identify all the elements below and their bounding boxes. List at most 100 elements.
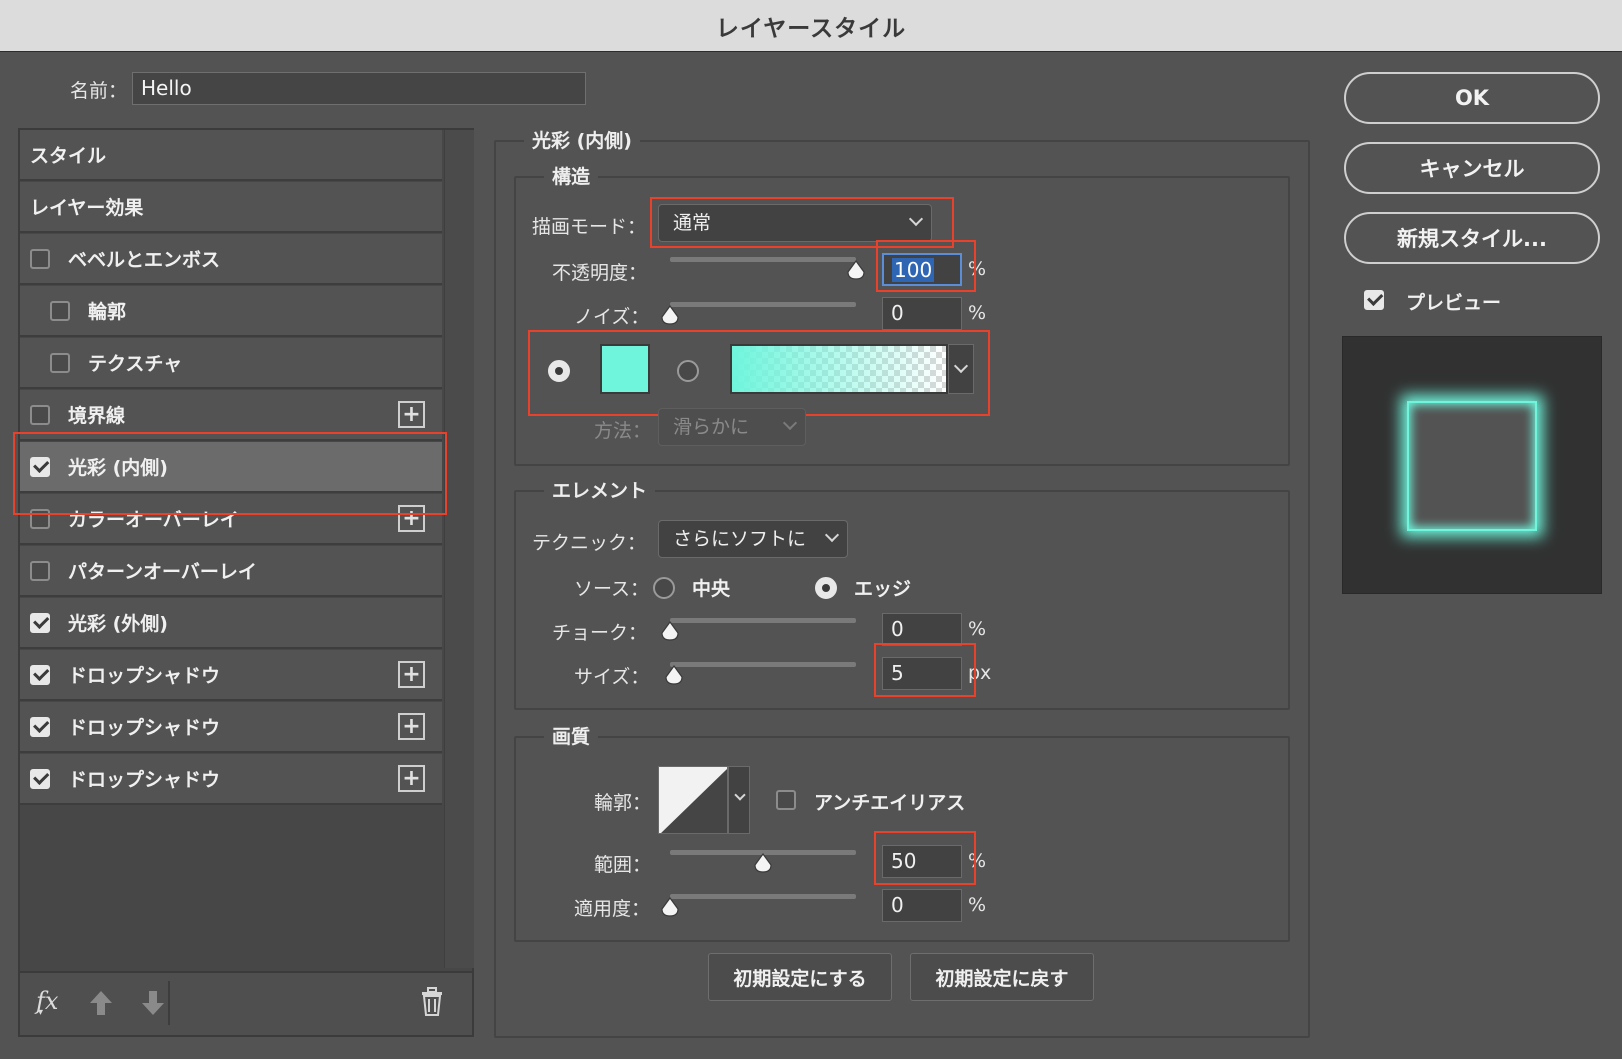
- style-checkbox[interactable]: [30, 560, 50, 581]
- technique-label: テクニック：: [532, 532, 647, 554]
- jitter-input[interactable]: 0: [882, 889, 962, 922]
- antialias-checkbox[interactable]: [776, 790, 796, 810]
- style-list-scrollbar[interactable]: [444, 130, 474, 968]
- range-slider-thumb[interactable]: [753, 853, 773, 873]
- size-label: サイズ：: [574, 666, 650, 688]
- source-edge-radio[interactable]: [815, 577, 837, 599]
- noise-slider-thumb[interactable]: [660, 305, 680, 325]
- style-checkbox[interactable]: [50, 352, 70, 373]
- style-checkbox[interactable]: [50, 300, 70, 321]
- style-list-item[interactable]: テクスチャ: [20, 338, 442, 389]
- style-item-label: スタイル: [30, 145, 107, 167]
- move-up-icon[interactable]: [88, 989, 114, 1017]
- structure-title: 構造: [544, 162, 599, 189]
- make-default-button[interactable]: 初期設定にする: [708, 953, 892, 1001]
- trash-icon[interactable]: [420, 987, 444, 1017]
- new-style-button[interactable]: 新規スタイル...: [1344, 212, 1600, 264]
- highlight-color-source: [528, 330, 990, 416]
- choke-slider[interactable]: [670, 618, 856, 623]
- name-input[interactable]: Hello: [132, 72, 586, 105]
- style-item-label: ドロップシャドウ: [68, 769, 221, 791]
- jitter-unit: %: [968, 894, 987, 916]
- style-list: スタイル レイヤー効果 ベベルとエンボス 輪郭 テクスチャ 境界線 + 光彩 (内側) カラーオ…: [18, 128, 474, 1037]
- source-label: ソース：: [574, 578, 650, 600]
- style-item-label: ドロップシャドウ: [68, 665, 221, 687]
- ok-button[interactable]: OK: [1344, 72, 1600, 124]
- chevron-down-icon: [824, 527, 840, 543]
- noise-label: ノイズ：: [574, 306, 650, 328]
- quality-title: 画質: [544, 722, 599, 749]
- style-list-item[interactable]: 光彩 (外側): [20, 598, 442, 649]
- highlight-inner-glow-item: [13, 432, 447, 515]
- style-list-item[interactable]: レイヤー効果: [20, 182, 442, 233]
- method-value: 滑らかに: [673, 416, 750, 438]
- technique-select[interactable]: さらにソフトに: [658, 520, 848, 558]
- choke-slider-thumb[interactable]: [660, 621, 680, 641]
- title-bar: レイヤースタイル: [0, 0, 1622, 52]
- style-item-label: 光彩 (外側): [68, 613, 168, 635]
- noise-slider[interactable]: [670, 302, 856, 307]
- style-item-label: ドロップシャドウ: [68, 717, 221, 739]
- size-slider-thumb[interactable]: [664, 665, 684, 685]
- reset-default-button[interactable]: 初期設定に戻す: [910, 953, 1094, 1001]
- style-item-label: テクスチャ: [88, 353, 183, 375]
- style-item-label: ベベルとエンボス: [68, 249, 221, 271]
- footer-divider: [168, 981, 170, 1025]
- source-center-radio[interactable]: [653, 577, 675, 599]
- fx-dropdown-icon: ▾: [38, 1007, 44, 1018]
- contour-label: 輪郭：: [594, 792, 652, 814]
- opacity-label: 不透明度：: [552, 262, 648, 284]
- style-item-label: レイヤー効果: [30, 197, 144, 219]
- highlight-opacity: [876, 240, 976, 292]
- opacity-slider[interactable]: [670, 257, 856, 262]
- add-effect-plus-icon[interactable]: +: [398, 401, 425, 428]
- move-down-icon[interactable]: [140, 989, 166, 1017]
- range-label: 範囲：: [594, 854, 652, 876]
- jitter-slider-thumb[interactable]: [660, 897, 680, 917]
- source-center-label: 中央: [692, 578, 731, 600]
- highlight-range: [874, 831, 976, 885]
- add-effect-plus-icon[interactable]: +: [398, 713, 425, 740]
- style-list-item[interactable]: スタイル: [20, 130, 442, 181]
- style-list-item[interactable]: 輪郭: [20, 286, 442, 337]
- style-checkbox[interactable]: [30, 716, 50, 737]
- style-checkbox[interactable]: [30, 612, 50, 633]
- choke-unit: %: [968, 618, 987, 640]
- chevron-down-icon: [782, 415, 798, 431]
- style-checkbox[interactable]: [30, 768, 50, 789]
- technique-value: さらにソフトに: [673, 528, 807, 550]
- preview-square: [1407, 401, 1537, 531]
- style-list-item[interactable]: ドロップシャドウ +: [20, 754, 442, 805]
- contour-preview[interactable]: [658, 766, 728, 834]
- choke-label: チョーク：: [552, 622, 648, 644]
- style-checkbox[interactable]: [30, 404, 50, 425]
- elements-title: エレメント: [544, 476, 656, 503]
- noise-input[interactable]: 0: [882, 297, 962, 330]
- preview-checkbox[interactable]: [1364, 290, 1384, 310]
- highlight-size: [874, 643, 976, 697]
- noise-unit: %: [968, 302, 987, 324]
- cancel-button[interactable]: キャンセル: [1344, 142, 1600, 194]
- add-effect-plus-icon[interactable]: +: [398, 765, 425, 792]
- style-item-label: 境界線: [68, 405, 126, 427]
- contour-curve-icon: [661, 768, 727, 833]
- size-slider[interactable]: [670, 662, 856, 667]
- style-list-item[interactable]: ドロップシャドウ +: [20, 650, 442, 701]
- style-list-item[interactable]: パターンオーバーレイ: [20, 546, 442, 597]
- contour-dropdown[interactable]: [728, 766, 750, 834]
- window-title: レイヤースタイル: [715, 15, 907, 42]
- antialias-label: アンチエイリアス: [814, 792, 966, 814]
- method-select[interactable]: 滑らかに: [658, 408, 806, 446]
- blend-mode-label: 描画モード：: [532, 216, 647, 238]
- choke-input[interactable]: 0: [882, 613, 962, 646]
- jitter-slider[interactable]: [670, 894, 856, 899]
- chevron-down-icon: [734, 789, 746, 801]
- panel-title: 光彩 (内側): [524, 126, 640, 153]
- style-checkbox[interactable]: [30, 248, 50, 269]
- preview-label: プレビュー: [1406, 292, 1502, 314]
- opacity-slider-thumb[interactable]: [846, 260, 866, 280]
- style-checkbox[interactable]: [30, 664, 50, 685]
- style-list-item[interactable]: ベベルとエンボス: [20, 234, 442, 285]
- add-effect-plus-icon[interactable]: +: [398, 661, 425, 688]
- style-list-item[interactable]: ドロップシャドウ +: [20, 702, 442, 753]
